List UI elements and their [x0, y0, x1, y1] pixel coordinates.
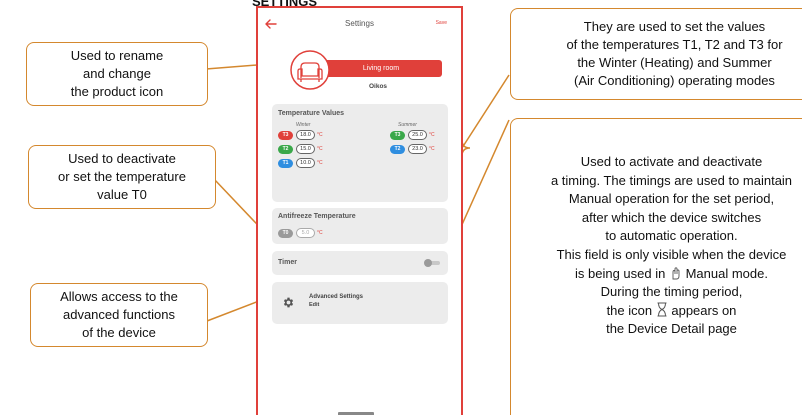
winter-t1-row: T1 10.0 °C — [278, 158, 323, 168]
advanced-callout-text: Allows access to the advanced functions … — [60, 289, 178, 340]
summer-column-label: Summer — [398, 122, 417, 128]
summer-t2-badge: T2 — [390, 144, 405, 154]
winter-t3-row: T3 18.0 °C — [278, 130, 323, 140]
gear-icon — [283, 297, 294, 308]
timer-line-7: is being used in Manual mode. — [551, 265, 792, 284]
page-title: Settings — [345, 19, 374, 28]
settings-header: Settings Save — [258, 8, 461, 38]
winter-t2-unit: °C — [317, 146, 323, 152]
winter-t2-row: T2 15.0 °C — [278, 144, 323, 154]
summer-t2-input[interactable]: 23.0 — [408, 144, 427, 154]
timer-toggle[interactable] — [424, 259, 440, 267]
temperature-values-title: Temperature Values — [278, 110, 345, 117]
winter-column-label: Winter — [296, 122, 311, 128]
timer-line-1: Used to activate and deactivate — [580, 154, 763, 169]
summer-t2-row: T2 23.0 °C — [390, 144, 435, 154]
winter-t3-input[interactable]: 18.0 — [296, 130, 315, 140]
temps-callout-text: They are used to set the values of the t… — [566, 19, 783, 88]
rename-callout: Used to rename and change the product ic… — [26, 42, 208, 106]
timer-line-9-pre: the icon — [606, 302, 653, 318]
advanced-settings-row[interactable]: Advanced Settings Edit — [272, 282, 448, 324]
t0-callout: Used to deactivate or set the temperatur… — [28, 145, 216, 209]
summer-t3-input[interactable]: 25.0 — [408, 130, 427, 140]
t0-callout-text: Used to deactivate or set the temperatur… — [58, 151, 186, 202]
temperature-values-card: Temperature Values Winter Summer T3 18.0… — [272, 104, 448, 202]
device-brand: Oikos — [368, 83, 388, 90]
timer-line-5: to automatic operation. — [605, 228, 738, 244]
temps-callout: They are used to set the values of the t… — [510, 8, 802, 100]
timer-line-7-post: Manual mode. — [685, 265, 768, 281]
timer-label: Timer — [278, 259, 297, 266]
hourglass-icon — [657, 302, 667, 317]
antifreeze-t0-unit: °C — [317, 230, 323, 236]
rename-callout-text: Used to rename and change the product ic… — [70, 48, 164, 99]
timer-line-8: During the timing period, — [600, 284, 743, 300]
timer-line-7-pre: is being used in — [575, 265, 666, 281]
winter-t1-badge: T1 — [278, 158, 293, 168]
timer-line-4: after which the device switches — [581, 209, 762, 225]
save-button[interactable]: Save — [436, 20, 447, 26]
hand-icon — [672, 266, 680, 280]
antifreeze-t0-badge: T0 — [278, 228, 293, 238]
timer-card: Timer — [272, 251, 448, 275]
antifreeze-t0-input[interactable]: 5.0 — [296, 228, 315, 238]
timer-line-10: the Device Detail page — [606, 321, 737, 337]
timer-line-9: the icon appears on — [551, 302, 792, 321]
timer-toggle-knob — [424, 259, 432, 267]
winter-t2-input[interactable]: 15.0 — [296, 144, 315, 154]
summer-t3-badge: T3 — [390, 130, 405, 140]
timer-line-3: Manual operation for the set period, — [568, 191, 775, 207]
phone-screen: Settings Save Living room Oikos Temperat… — [256, 6, 463, 415]
summer-t2-unit: °C — [429, 146, 435, 152]
winter-t3-unit: °C — [317, 132, 323, 138]
summer-t3-row: T3 25.0 °C — [390, 130, 435, 140]
advanced-settings-edit: Edit — [309, 302, 320, 308]
device-name-field[interactable]: Living room — [314, 60, 442, 77]
antifreeze-title: Antifreeze Temperature — [278, 213, 356, 220]
timer-line-6: This field is only visible when the devi… — [556, 246, 787, 262]
timer-line-9-post: appears on — [671, 302, 737, 318]
advanced-settings-title: Advanced Settings — [309, 294, 364, 300]
timer-line-2: a timing. The timings are used to mainta… — [550, 172, 793, 188]
antifreeze-card: Antifreeze Temperature T0 5.0 °C — [272, 208, 448, 244]
winter-t1-unit: °C — [317, 160, 323, 166]
winter-t3-badge: T3 — [278, 130, 293, 140]
antifreeze-row: T0 5.0 °C — [278, 228, 323, 238]
timer-callout-text: Used to activate and deactivate a timing… — [551, 153, 792, 339]
timer-callout: Used to activate and deactivate a timing… — [510, 118, 802, 415]
summer-t3-unit: °C — [429, 132, 435, 138]
advanced-callout: Allows access to the advanced functions … — [30, 283, 208, 347]
winter-t2-badge: T2 — [278, 144, 293, 154]
winter-t1-input[interactable]: 10.0 — [296, 158, 315, 168]
